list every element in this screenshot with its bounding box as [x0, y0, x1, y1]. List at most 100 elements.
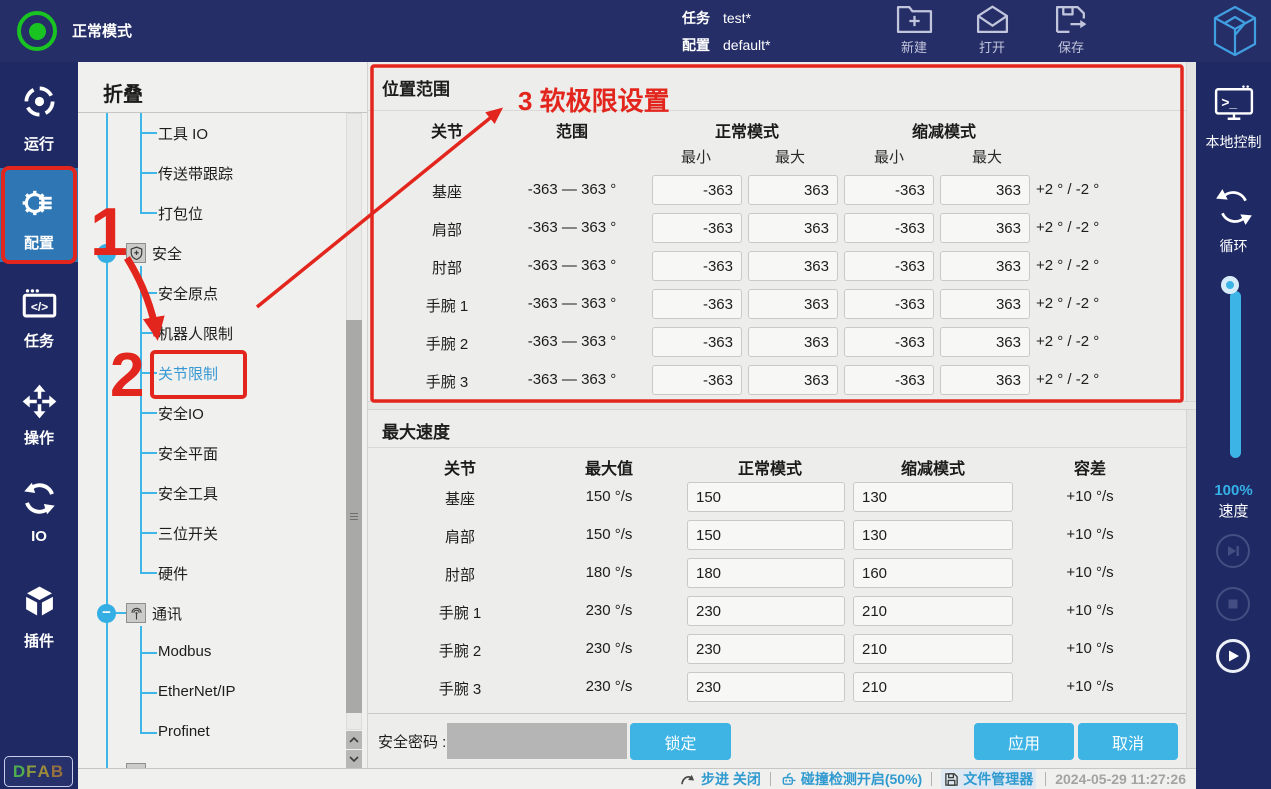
- open-file-button[interactable]: 打开: [964, 4, 1020, 56]
- task-value: test*: [723, 10, 751, 26]
- pos-input-reduced-min[interactable]: [844, 365, 934, 395]
- divider: [770, 772, 771, 786]
- lock-button[interactable]: 锁定: [630, 723, 731, 760]
- mode-status-light: [17, 11, 57, 51]
- pos-col-reduced: 缩减模式: [912, 118, 976, 142]
- pos-input-normal-max[interactable]: [748, 251, 838, 281]
- pos-input-reduced-max[interactable]: [940, 251, 1030, 281]
- pos-input-normal-min[interactable]: [652, 213, 742, 243]
- tree-item-robot-limits[interactable]: 机器人限制: [158, 323, 233, 344]
- tree-collapse-button[interactable]: 折叠: [103, 78, 143, 107]
- pos-input-normal-min[interactable]: [652, 365, 742, 395]
- green-dot-icon: [29, 23, 46, 40]
- nav-label-plugin: 插件: [0, 630, 78, 651]
- tree-item-three-position-switch[interactable]: 三位开关: [158, 523, 218, 544]
- spd-input-normal[interactable]: [687, 634, 845, 664]
- pos-input-normal-max[interactable]: [748, 327, 838, 357]
- new-file-button[interactable]: 新建: [886, 4, 942, 56]
- spd-input-reduced[interactable]: [853, 520, 1013, 550]
- main-gutter: [1186, 62, 1196, 768]
- nav-item-operate[interactable]: 操作: [0, 375, 78, 453]
- speed-slider-thumb[interactable]: [1221, 276, 1239, 294]
- spd-joint-label: 手腕 3: [439, 678, 482, 699]
- nav-item-config[interactable]: 配置: [0, 168, 78, 262]
- pos-input-reduced-min[interactable]: [844, 213, 934, 243]
- tree-item-hardware[interactable]: 硬件: [158, 563, 188, 584]
- tree-item-conveyor-tracking[interactable]: 传送带跟踪: [158, 163, 233, 184]
- pos-input-normal-max[interactable]: [748, 213, 838, 243]
- tree-item-ethernet-ip[interactable]: EtherNet/IP: [158, 683, 236, 700]
- tree-item-tool-io[interactable]: 工具 IO: [158, 123, 208, 144]
- spd-max-value: 230 °/s: [586, 602, 633, 619]
- tree-scroll-down-button[interactable]: [346, 750, 362, 768]
- stop-button[interactable]: [1216, 587, 1250, 621]
- spd-input-normal[interactable]: [687, 672, 845, 702]
- step-status[interactable]: 步进 关闭: [680, 769, 761, 789]
- pos-input-reduced-max[interactable]: [940, 213, 1030, 243]
- spd-input-reduced[interactable]: [853, 482, 1013, 512]
- spd-input-reduced[interactable]: [853, 558, 1013, 588]
- spd-input-normal[interactable]: [687, 520, 845, 550]
- tree-item-profinet[interactable]: Profinet: [158, 723, 210, 740]
- tree-item-pack-position[interactable]: 打包位: [158, 203, 203, 224]
- pos-input-reduced-max[interactable]: [940, 175, 1030, 205]
- pos-input-reduced-max[interactable]: [940, 289, 1030, 319]
- nav-item-plugin[interactable]: 插件: [0, 575, 78, 656]
- spd-tolerance: +10 °/s: [1066, 526, 1113, 543]
- tree-scroll-up-button[interactable]: [346, 731, 362, 749]
- tree-node-toggle-communication[interactable]: −: [97, 604, 116, 623]
- spd-input-reduced[interactable]: [853, 672, 1013, 702]
- nav-item-run[interactable]: 运行: [0, 76, 78, 159]
- pos-input-reduced-min[interactable]: [844, 289, 934, 319]
- loop-button[interactable]: 循环: [1196, 186, 1271, 256]
- tree-item-joint-limits[interactable]: 关节限制: [158, 363, 218, 384]
- cancel-button[interactable]: 取消: [1078, 723, 1178, 760]
- pos-input-reduced-min[interactable]: [844, 251, 934, 281]
- tree-connector-line: [140, 266, 142, 574]
- spd-input-normal[interactable]: [687, 558, 845, 588]
- operate-nav-icon: [0, 383, 78, 420]
- speed-slider-track: [1230, 291, 1241, 458]
- spd-input-normal[interactable]: [687, 596, 845, 626]
- tree-item-safety-home[interactable]: 安全原点: [158, 283, 218, 304]
- tree-scrollbar-thumb[interactable]: [346, 320, 362, 713]
- tree-item-modbus[interactable]: Modbus: [158, 643, 211, 660]
- pos-input-reduced-min[interactable]: [844, 327, 934, 357]
- apply-button[interactable]: 应用: [974, 723, 1074, 760]
- tree-item-safety-io[interactable]: 安全IO: [158, 403, 204, 424]
- pos-input-reduced-max[interactable]: [940, 365, 1030, 395]
- safety-password-input[interactable]: [447, 723, 627, 759]
- divider: [1045, 772, 1046, 786]
- tree-item-safety[interactable]: 安全: [152, 243, 182, 264]
- pos-input-reduced-min[interactable]: [844, 175, 934, 205]
- tree-item-communication[interactable]: 通讯: [152, 603, 182, 624]
- pos-tolerance: +2 ° / -2 °: [1036, 257, 1099, 274]
- step-forward-button[interactable]: [1216, 534, 1250, 568]
- pos-input-normal-max[interactable]: [748, 289, 838, 319]
- tree-node-toggle-safety[interactable]: −: [97, 244, 116, 263]
- pos-input-normal-max[interactable]: [748, 365, 838, 395]
- save-file-button[interactable]: 保存: [1043, 4, 1099, 56]
- play-button[interactable]: [1216, 639, 1250, 673]
- tree-item-safety-tool[interactable]: 安全工具: [158, 483, 218, 504]
- pos-input-normal-min[interactable]: [652, 327, 742, 357]
- nav-item-task[interactable]: </>任务: [0, 278, 78, 356]
- play-icon: [1225, 648, 1241, 664]
- tree-item-safety-plane[interactable]: 安全平面: [158, 443, 218, 464]
- spd-tolerance: +10 °/s: [1066, 602, 1113, 619]
- pos-input-normal-min[interactable]: [652, 175, 742, 205]
- spd-input-reduced[interactable]: [853, 634, 1013, 664]
- collision-status[interactable]: 碰撞检测开启(50%): [780, 769, 922, 789]
- local-control-button[interactable]: >_ 本地控制: [1196, 84, 1271, 152]
- pos-input-normal-min[interactable]: [652, 289, 742, 319]
- spd-col-reduced: 缩减模式: [901, 455, 965, 479]
- safety-password-label: 安全密码 :: [378, 731, 446, 752]
- status-bar: 步进 关闭 碰撞检测开启(50%) 文件管理器 2024-05-29 11:27…: [78, 768, 1196, 789]
- spd-input-normal[interactable]: [687, 482, 845, 512]
- pos-input-reduced-max[interactable]: [940, 327, 1030, 357]
- spd-input-reduced[interactable]: [853, 596, 1013, 626]
- file-manager-button[interactable]: 文件管理器: [941, 769, 1036, 789]
- pos-input-normal-max[interactable]: [748, 175, 838, 205]
- nav-item-io[interactable]: IO: [0, 472, 78, 554]
- pos-input-normal-min[interactable]: [652, 251, 742, 281]
